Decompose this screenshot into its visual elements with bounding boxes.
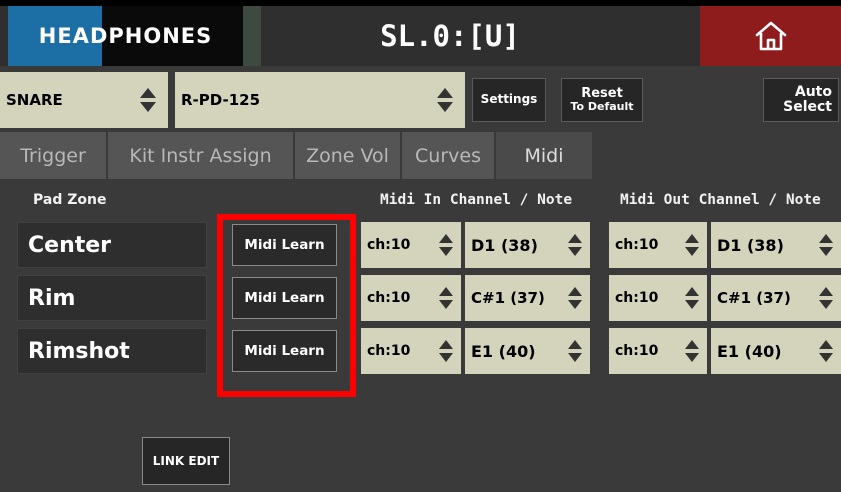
note-value: C#1 (37) [717, 289, 791, 307]
zone-name-rim: Rim [17, 275, 207, 321]
up-down-arrows-icon [431, 86, 459, 114]
midi-out-note-rimshot[interactable]: E1 (40) [711, 328, 841, 374]
midi-out-channel-rim[interactable]: ch:10 [609, 275, 707, 321]
headphones-level-strip [243, 6, 261, 66]
midi-out-note-rim[interactable]: C#1 (37) [711, 275, 841, 321]
auto-label-line1: Auto [794, 83, 832, 100]
up-down-arrows-icon [815, 338, 837, 364]
settings-button[interactable]: Settings [472, 78, 546, 122]
zone-name-rimshot: Rimshot [17, 328, 207, 374]
up-down-arrows-icon [134, 86, 162, 114]
tab-curves[interactable]: Curves [402, 132, 496, 179]
up-down-arrows-icon [435, 338, 457, 364]
midi-in-note-rimshot[interactable]: E1 (40) [465, 328, 590, 374]
reset-label-line1: Reset [581, 85, 623, 101]
up-down-arrows-icon [815, 285, 837, 311]
note-value: E1 (40) [717, 341, 782, 361]
midi-in-channel-rim[interactable]: ch:10 [361, 275, 461, 321]
screen: HEADPHONES SL.0:[U] SNARE R-PD-125 Setti… [0, 6, 841, 492]
up-down-arrows-icon [435, 232, 457, 258]
device-frame: HEADPHONES SL.0:[U] SNARE R-PD-125 Setti… [0, 0, 841, 492]
tab-label: Midi [524, 144, 564, 167]
up-down-arrows-icon [564, 232, 586, 258]
up-down-arrows-icon [815, 232, 837, 258]
midi-in-channel-center[interactable]: ch:10 [361, 222, 461, 268]
headphones-label: HEADPHONES [38, 24, 213, 48]
kit-title: SL.0:[U] [380, 19, 520, 53]
home-button[interactable] [700, 6, 841, 66]
up-down-arrows-icon [681, 232, 703, 258]
headphones-button[interactable]: HEADPHONES [8, 6, 243, 66]
up-down-arrows-icon [564, 285, 586, 311]
channel-value: ch:10 [367, 343, 411, 359]
tab-zone-vol[interactable]: Zone Vol [295, 132, 402, 179]
channel-value: ch:10 [367, 237, 411, 253]
auto-label-line2: Select [783, 99, 832, 115]
selector-row: SNARE R-PD-125 Settings Reset To Default… [0, 72, 841, 128]
up-down-arrows-icon [435, 285, 457, 311]
settings-label: Settings [480, 92, 538, 107]
midi-out-header: Midi Out Channel / Note [620, 192, 821, 208]
tab-label: Trigger [20, 144, 86, 167]
auto-select-button[interactable]: Auto Select [763, 78, 839, 122]
note-value: E1 (40) [471, 341, 536, 361]
note-value: C#1 (37) [471, 289, 545, 307]
channel-value: ch:10 [615, 290, 659, 306]
midi-in-note-center[interactable]: D1 (38) [465, 222, 590, 268]
top-bar: HEADPHONES SL.0:[U] [0, 6, 841, 66]
midi-in-channel-rimshot[interactable]: ch:10 [361, 328, 461, 374]
up-down-arrows-icon [564, 338, 586, 364]
reset-label-line2: To Default [570, 100, 634, 114]
tab-trigger[interactable]: Trigger [0, 132, 108, 179]
note-value: D1 (38) [717, 235, 784, 255]
channel-value: ch:10 [615, 237, 659, 253]
pad-zone-header: Pad Zone [33, 192, 107, 208]
midi-in-note-rim[interactable]: C#1 (37) [465, 275, 590, 321]
tab-label: Zone Vol [306, 144, 389, 167]
tab-label: Kit Instr Assign [129, 144, 272, 167]
tab-kit-instr-assign[interactable]: Kit Instr Assign [108, 132, 295, 179]
midi-out-note-center[interactable]: D1 (38) [711, 222, 841, 268]
midi-out-channel-center[interactable]: ch:10 [609, 222, 707, 268]
midi-in-header: Midi In Channel / Note [380, 192, 573, 208]
tab-midi[interactable]: Midi [496, 132, 594, 179]
zone-name-center: Center [17, 222, 207, 268]
up-down-arrows-icon [681, 285, 703, 311]
link-edit-button[interactable]: LINK EDIT [142, 437, 230, 485]
up-down-arrows-icon [681, 338, 703, 364]
pad-model-value: R-PD-125 [181, 91, 261, 109]
pad-selector[interactable]: SNARE [0, 72, 168, 128]
pad-selector-value: SNARE [6, 91, 63, 109]
tab-bar: Trigger Kit Instr Assign Zone Vol Curves… [0, 132, 841, 179]
channel-value: ch:10 [367, 290, 411, 306]
note-value: D1 (38) [471, 235, 538, 255]
pad-model-selector[interactable]: R-PD-125 [175, 72, 465, 128]
tab-label: Curves [415, 144, 481, 167]
midi-learn-highlight-box [217, 214, 356, 397]
midi-out-channel-rimshot[interactable]: ch:10 [609, 328, 707, 374]
reset-to-default-button[interactable]: Reset To Default [561, 78, 643, 122]
home-icon [755, 21, 786, 51]
channel-value: ch:10 [615, 343, 659, 359]
